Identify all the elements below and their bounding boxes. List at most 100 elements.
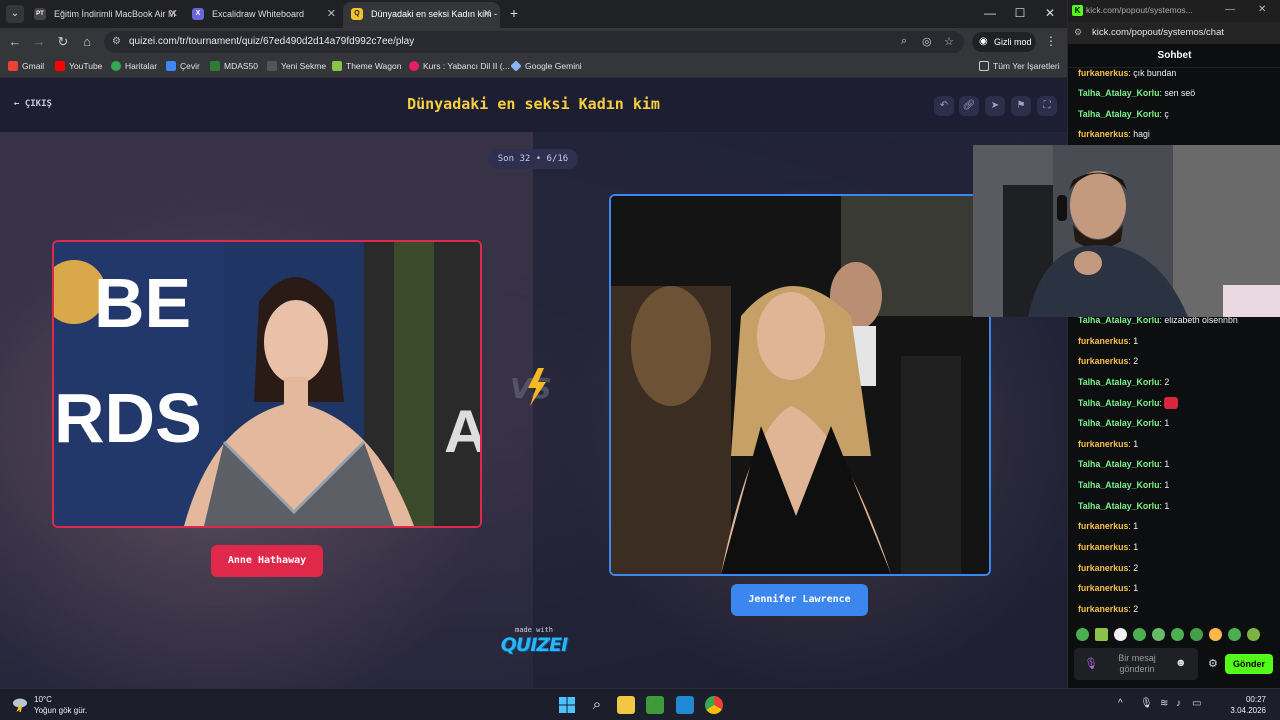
- minecraft-icon[interactable]: [646, 696, 664, 714]
- chat-username[interactable]: furkanerkus: [1078, 439, 1128, 449]
- chat-username[interactable]: furkanerkus: [1078, 356, 1128, 366]
- window-close-icon[interactable]: ✕: [1258, 4, 1266, 15]
- emote-icon[interactable]: [1152, 628, 1165, 641]
- report-flag-icon[interactable]: ⚑: [1011, 96, 1031, 116]
- search-icon[interactable]: ⌕: [588, 696, 606, 714]
- microphone-icon[interactable]: 🎙︎: [1084, 657, 1098, 670]
- emote-icon[interactable]: [1247, 628, 1260, 641]
- chat-username[interactable]: Talha_Atalay_Korlu: [1078, 418, 1159, 428]
- chat-username[interactable]: furkanerkus: [1078, 604, 1128, 614]
- chat-username[interactable]: furkanerkus: [1078, 542, 1128, 552]
- weather-storm-icon[interactable]: [12, 696, 28, 712]
- windows-start-icon[interactable]: [558, 696, 576, 714]
- bookmark-youtube[interactable]: YouTube: [55, 61, 102, 71]
- emote-icon[interactable]: [1076, 628, 1089, 641]
- made-with-quizei[interactable]: made with QUIZEI: [499, 626, 569, 656]
- tab-close-icon[interactable]: ✕: [169, 2, 178, 26]
- bookmark-themewagon[interactable]: Theme Wagon: [332, 61, 401, 71]
- chat-username[interactable]: Talha_Atalay_Korlu: [1078, 88, 1159, 98]
- chat-username[interactable]: Talha_Atalay_Korlu: [1078, 398, 1159, 408]
- bookmark-course[interactable]: Kurs : Yabancı Dil II (...: [409, 61, 510, 71]
- chat-username[interactable]: furkanerkus: [1078, 563, 1128, 573]
- file-explorer-icon[interactable]: [617, 696, 635, 714]
- volume-icon[interactable]: ♪: [1176, 698, 1181, 709]
- chat-username[interactable]: furkanerkus: [1078, 68, 1128, 78]
- all-bookmarks[interactable]: Tüm Yer İşaretleri: [979, 61, 1060, 71]
- battery-icon[interactable]: ▭: [1192, 698, 1201, 709]
- tab-close-icon[interactable]: ✕: [327, 2, 336, 26]
- emote-icon[interactable]: [1133, 628, 1146, 641]
- quizei-favicon-icon: Q: [351, 8, 363, 20]
- menu-dots-icon[interactable]: ⋮: [1045, 34, 1057, 48]
- bookmark-new-tab[interactable]: Yeni Sekme: [267, 61, 326, 71]
- chat-username[interactable]: furkanerkus: [1078, 583, 1128, 593]
- chat-username[interactable]: Talha_Atalay_Korlu: [1078, 377, 1159, 387]
- share-icon[interactable]: ➤: [985, 96, 1005, 116]
- site-info-icon[interactable]: ⚙: [1074, 27, 1082, 38]
- contestant-left-button[interactable]: Anne Hathaway: [211, 545, 323, 577]
- gmail-icon: [8, 61, 18, 71]
- zoom-icon[interactable]: ⌕: [901, 35, 907, 48]
- contestant-right-button[interactable]: Jennifer Lawrence: [731, 584, 868, 616]
- clock-date: 3.04.2026: [1230, 706, 1266, 715]
- chat-message: Talha_Atalay_Korlu: 2: [1078, 377, 1170, 387]
- link-icon[interactable]: 🔗︎: [959, 96, 979, 116]
- new-tab-button[interactable]: +: [505, 4, 523, 22]
- quiz-page: ← ÇIKIŞ Dünyadaki en seksi Kadın kim ↶ 🔗…: [0, 78, 1067, 688]
- emote-icon[interactable]: [1095, 628, 1108, 641]
- address-bar[interactable]: ⚙ quizei.com/tr/tournament/quiz/67ed490d…: [104, 31, 964, 53]
- home-icon[interactable]: ⌂: [79, 34, 95, 50]
- weather-widget[interactable]: 10°C Yoğun gök gür.: [34, 694, 87, 716]
- chat-username[interactable]: furkanerkus: [1078, 521, 1128, 531]
- chat-username[interactable]: Talha_Atalay_Korlu: [1078, 459, 1159, 469]
- contestant-left-card[interactable]: BE RDS A: [52, 240, 482, 528]
- tab-excalidraw[interactable]: X Excalidraw Whiteboard ✕: [184, 2, 344, 28]
- maximize-icon[interactable]: ☐: [1011, 6, 1029, 20]
- tab-close-icon[interactable]: ✕: [483, 2, 492, 26]
- chrome-icon[interactable]: [705, 696, 723, 714]
- back-arrow-icon[interactable]: ←: [7, 34, 23, 50]
- bookmark-label: YouTube: [69, 61, 103, 71]
- eye-off-icon[interactable]: ◎: [922, 35, 932, 48]
- minimize-icon[interactable]: —: [981, 6, 999, 20]
- bookmark-mdas50[interactable]: MDAS50: [210, 61, 258, 71]
- undo-icon[interactable]: ↶: [934, 96, 954, 116]
- forward-arrow-icon[interactable]: →: [31, 34, 47, 50]
- emote-icon[interactable]: [1209, 628, 1222, 641]
- kick-url-bar: ⚙ kick.com/popout/systemos/chat: [1068, 22, 1280, 44]
- bookmark-maps[interactable]: Haritalar: [111, 61, 157, 71]
- emote-icon[interactable]: [1190, 628, 1203, 641]
- kick-titlebar: K kick.com/popout/systemos... — ✕: [1068, 0, 1280, 22]
- minimize-icon[interactable]: —: [1225, 4, 1235, 15]
- emote-icon[interactable]: [1171, 628, 1184, 641]
- send-button[interactable]: Gönder: [1225, 654, 1273, 674]
- chat-username[interactable]: furkanerkus: [1078, 129, 1128, 139]
- emote-icon[interactable]: [1228, 628, 1241, 641]
- system-clock[interactable]: 00:27 3.04.2026: [1216, 694, 1266, 716]
- contestant-right-card[interactable]: [609, 194, 991, 576]
- chat-username[interactable]: Talha_Atalay_Korlu: [1078, 501, 1159, 511]
- window-close-icon[interactable]: ✕: [1041, 6, 1059, 20]
- bookmark-translate[interactable]: Çevir: [166, 61, 200, 71]
- vscode-icon[interactable]: [676, 696, 694, 714]
- chat-settings-gear-icon[interactable]: ⚙: [1208, 657, 1218, 670]
- bookmark-gmail[interactable]: Gmail: [8, 61, 44, 71]
- tab-search-button[interactable]: ⌄: [6, 5, 24, 23]
- bookmark-star-icon[interactable]: ☆: [944, 35, 954, 48]
- bookmark-gemini[interactable]: Google Gemini: [510, 60, 582, 72]
- wifi-icon[interactable]: ≋: [1160, 698, 1168, 709]
- tray-overflow-chevron-icon[interactable]: ^: [1118, 698, 1123, 709]
- tab-quiz[interactable]: Q Dünyadaki en seksi Kadın kim - ✕: [343, 2, 500, 28]
- site-info-icon[interactable]: ⚙: [112, 36, 124, 48]
- chat-username[interactable]: Talha_Atalay_Korlu: [1078, 480, 1159, 490]
- chat-username[interactable]: furkanerkus: [1078, 336, 1128, 346]
- emote-icon[interactable]: [1114, 628, 1127, 641]
- incognito-badge[interactable]: ◉ Gizli mod: [972, 32, 1036, 52]
- chat-username[interactable]: Talha_Atalay_Korlu: [1078, 109, 1159, 119]
- reload-icon[interactable]: ↻: [55, 34, 71, 50]
- microphone-tray-icon[interactable]: 🎙︎: [1140, 698, 1153, 709]
- fullscreen-icon[interactable]: ⛶: [1037, 96, 1057, 116]
- chat-message-input[interactable]: 🎙︎ Bir mesaj gönderin ☻: [1074, 648, 1198, 680]
- tab-macbook[interactable]: PT Eğitim İndirimli MacBook Air M ✕: [26, 2, 186, 28]
- emoji-icon[interactable]: ☻: [1175, 657, 1187, 669]
